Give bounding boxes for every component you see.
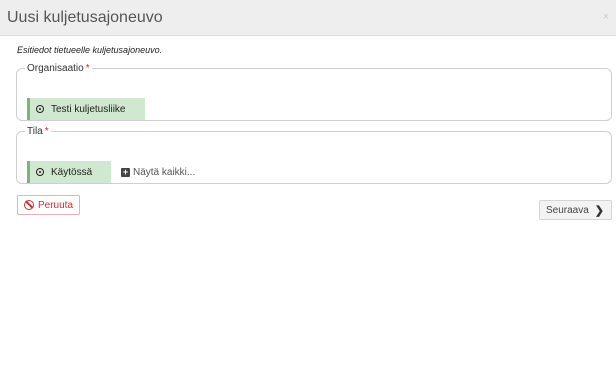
organisaatio-option-selected[interactable]: Testi kuljetusliike	[27, 98, 145, 120]
tila-legend: Tila *	[27, 126, 49, 137]
tila-option-selected[interactable]: Käytössä	[27, 161, 111, 183]
dialog-titlebar: Uusi kuljetusajoneuvo ×	[0, 0, 616, 36]
next-button[interactable]: Seuraava ❯	[538, 200, 612, 220]
required-mark: *	[85, 63, 90, 74]
organisaatio-fieldset: Organisaatio * Testi kuljetusliike	[16, 63, 612, 121]
tila-fieldset: Tila * Käytössä + Näytä kaikki...	[16, 126, 612, 184]
dialog-description: Esitiedot tietueelle kuljetusajoneuvo.	[17, 45, 163, 55]
close-icon[interactable]: ×	[600, 10, 612, 24]
required-mark: *	[44, 126, 49, 137]
organisaatio-option-label: Testi kuljetusliike	[51, 103, 126, 115]
next-label: Seuraava	[545, 204, 589, 216]
ban-icon	[24, 200, 34, 210]
cancel-label: Peruuta	[38, 199, 74, 211]
tila-option-label: Käytössä	[51, 166, 93, 178]
show-all-link[interactable]: + Näytä kaikki...	[121, 161, 195, 183]
chevron-right-icon: ❯	[594, 204, 604, 217]
radio-selected-icon	[36, 105, 44, 113]
organisaatio-legend: Organisaatio *	[27, 63, 90, 74]
dialog-title: Uusi kuljetusajoneuvo	[7, 9, 163, 26]
new-vehicle-dialog: Uusi kuljetusajoneuvo × Esitiedot tietue…	[0, 0, 616, 388]
plus-square-icon: +	[121, 166, 130, 177]
radio-selected-icon	[36, 168, 44, 176]
show-all-label: Näytä kaikki...	[133, 166, 196, 178]
cancel-button[interactable]: Peruuta	[17, 195, 81, 215]
